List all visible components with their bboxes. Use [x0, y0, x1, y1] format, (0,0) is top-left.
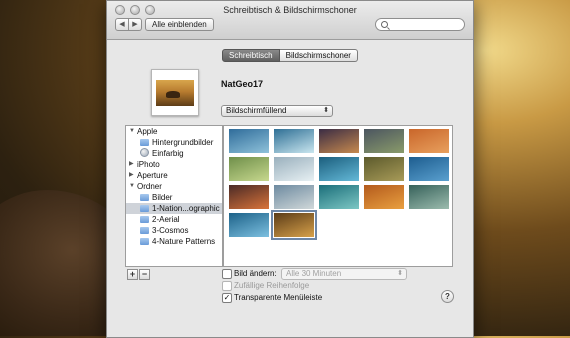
folder-icon: [140, 194, 149, 201]
sidebar-item[interactable]: 3-Cosmos: [126, 225, 222, 236]
folder-icon: [140, 205, 149, 212]
wallpaper-thumbnail[interactable]: [319, 185, 359, 209]
popup-arrows-icon: ⬍: [397, 270, 403, 277]
wallpaper-thumbnail[interactable]: [409, 129, 449, 153]
translucent-menu-checkbox[interactable]: ✓: [222, 293, 232, 303]
popup-arrows-icon: ⬍: [323, 107, 329, 114]
change-picture-checkbox[interactable]: [222, 269, 232, 279]
folder-icon: [140, 139, 149, 146]
sidebar-item-label: 4-Nature Patterns: [152, 237, 216, 246]
window-title: Schreibtisch & Bildschirmschoner: [223, 5, 357, 15]
sidebar-item[interactable]: Bilder: [126, 192, 222, 203]
title-bar: Schreibtisch & Bildschirmschoner ◀ ▶ All…: [107, 1, 473, 40]
sidebar-item[interactable]: ▼ Apple: [126, 126, 222, 137]
preferences-window: Schreibtisch & Bildschirmschoner ◀ ▶ All…: [106, 0, 474, 338]
wallpaper-thumbnail[interactable]: [274, 157, 314, 181]
wallpaper-thumbnail[interactable]: [319, 129, 359, 153]
sidebar-item[interactable]: ▼ Ordner: [126, 181, 222, 192]
source-list: ▼ Apple Hintergrundbilder Einfarbig ▶ iPhoto ▶…: [125, 125, 223, 267]
wallpaper-thumbnail[interactable]: [364, 129, 404, 153]
current-wallpaper-preview: [151, 69, 199, 116]
wallpaper-thumbnail[interactable]: [274, 185, 314, 209]
interval-popup[interactable]: Alle 30 Minuten ⬍: [281, 268, 407, 280]
sidebar-item[interactable]: ▶ iPhoto: [126, 159, 222, 170]
sidebar-item[interactable]: 2-Aerial: [126, 214, 222, 225]
disclosure-open-icon[interactable]: ▼: [129, 181, 135, 192]
sidebar-item[interactable]: Einfarbig: [126, 148, 222, 159]
disclosure-closed-icon[interactable]: ▶: [129, 159, 134, 170]
current-wallpaper-name: NatGeo17: [221, 79, 264, 89]
wallpaper-thumbnail[interactable]: [409, 157, 449, 181]
sidebar-item-label: Hintergrundbilder: [152, 138, 214, 147]
change-picture-label: Bild ändern:: [234, 269, 277, 278]
sidebar-item-label: 1-Nation...ographic: [152, 204, 220, 213]
interval-value: Alle 30 Minuten: [286, 269, 342, 278]
sidebar-item-label: Bilder: [152, 193, 173, 202]
folder-icon: [140, 216, 149, 223]
sidebar-item-label: iPhoto: [137, 160, 160, 169]
wallpaper-thumbnail[interactable]: [229, 129, 269, 153]
wallpaper-thumbnail[interactable]: [229, 213, 269, 237]
add-folder-button[interactable]: +: [127, 269, 138, 280]
wallpaper-thumbnail[interactable]: [319, 157, 359, 181]
sidebar-item-label: 2-Aerial: [152, 215, 180, 224]
help-button[interactable]: ?: [441, 290, 454, 303]
nav-buttons: ◀ ▶: [115, 18, 142, 31]
search-field[interactable]: [375, 18, 465, 31]
sidebar-item[interactable]: ▶ Aperture: [126, 170, 222, 181]
color-dot-icon: [140, 148, 149, 157]
random-order-label: Zufällige Reihenfolge: [234, 281, 310, 290]
random-order-checkbox[interactable]: [222, 281, 232, 291]
tab-bar: Schreibtisch Bildschirmschoner: [107, 49, 473, 62]
sidebar-item[interactable]: 1-Nation...ographic: [126, 203, 222, 214]
back-button[interactable]: ◀: [115, 18, 129, 31]
folder-icon: [140, 227, 149, 234]
search-icon: [381, 21, 388, 28]
wallpaper-thumbnail[interactable]: [229, 185, 269, 209]
tab-screensaver[interactable]: Bildschirmschoner: [279, 49, 358, 62]
wallpaper-thumbnail[interactable]: [364, 185, 404, 209]
folder-icon: [140, 238, 149, 245]
forward-button[interactable]: ▶: [129, 18, 142, 31]
fit-popup[interactable]: Bildschirmfüllend ⬍: [221, 105, 333, 117]
show-all-button[interactable]: Alle einblenden: [145, 18, 214, 31]
sidebar-item-label: Ordner: [137, 182, 162, 191]
wallpaper-grid: [223, 125, 453, 267]
wallpaper-thumbnail[interactable]: [274, 129, 314, 153]
preview-image: [156, 80, 194, 106]
wallpaper-thumbnail[interactable]: [364, 157, 404, 181]
remove-folder-button[interactable]: −: [139, 269, 150, 280]
wallpaper-thumbnail[interactable]: [229, 157, 269, 181]
sidebar-item-label: Apple: [137, 127, 158, 136]
fit-popup-value: Bildschirmfüllend: [226, 106, 287, 115]
sidebar-item-label: Einfarbig: [152, 149, 184, 158]
tab-desktop[interactable]: Schreibtisch: [222, 49, 280, 62]
sidebar-item[interactable]: 4-Nature Patterns: [126, 236, 222, 247]
sidebar-item-label: 3-Cosmos: [152, 226, 189, 235]
disclosure-open-icon[interactable]: ▼: [129, 126, 135, 137]
sidebar-item-label: Aperture: [137, 171, 168, 180]
sidebar-item[interactable]: Hintergrundbilder: [126, 137, 222, 148]
disclosure-closed-icon[interactable]: ▶: [129, 170, 134, 181]
wallpaper-thumbnail[interactable]: [271, 210, 317, 240]
wallpaper-thumbnail[interactable]: [409, 185, 449, 209]
translucent-menu-label: Transparente Menüleiste: [234, 293, 323, 302]
